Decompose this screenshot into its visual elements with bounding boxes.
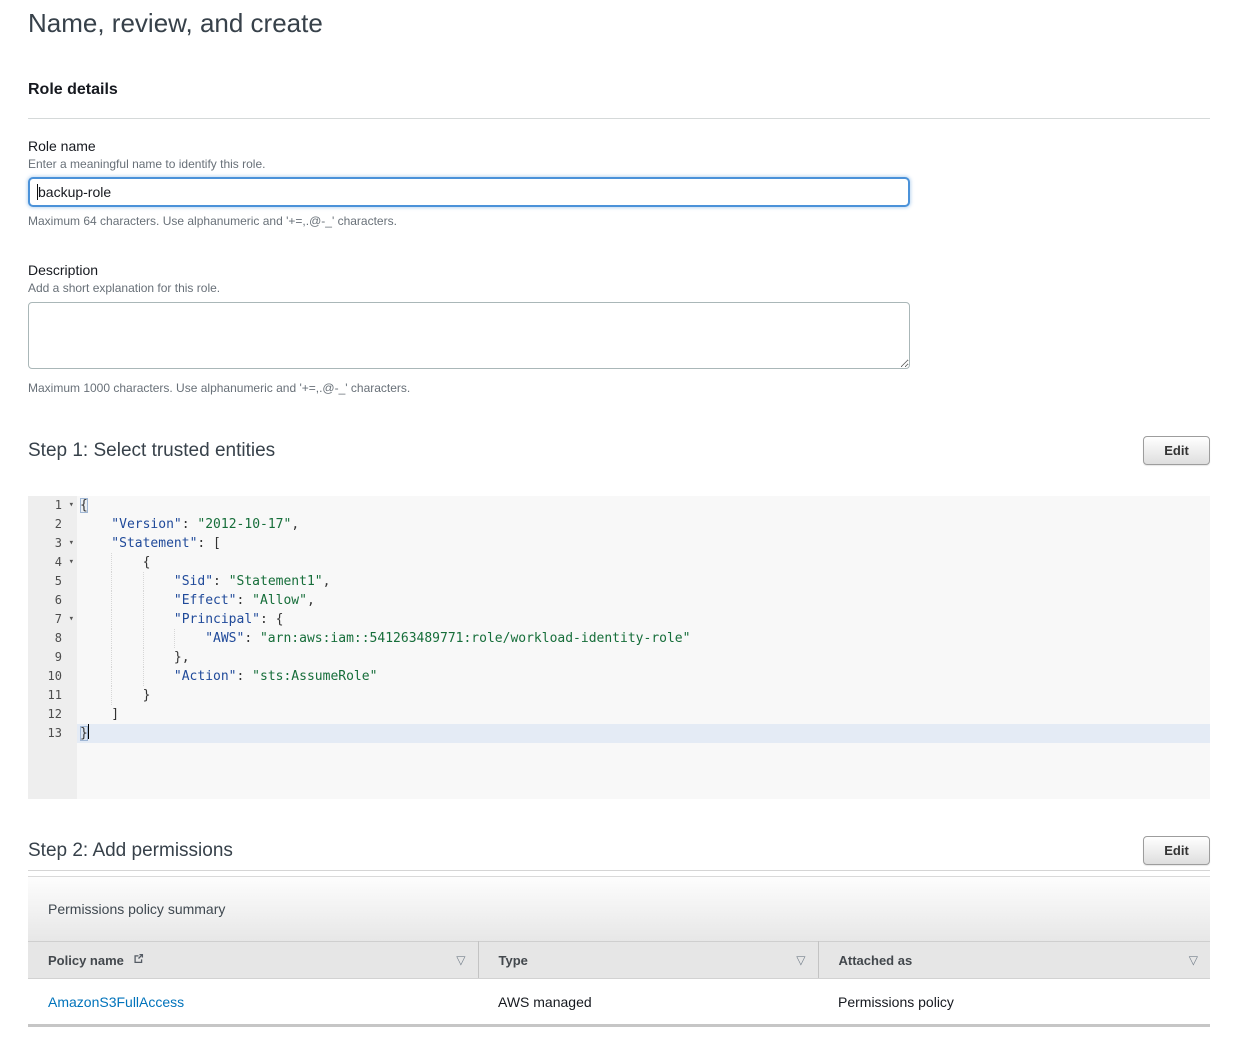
- step1-heading: Step 1: Select trusted entities: [28, 439, 275, 463]
- external-link-icon: [132, 952, 145, 968]
- editor-line[interactable]: 12]: [28, 705, 1210, 724]
- line-number[interactable]: 3▾: [28, 534, 77, 553]
- trust-policy-editor[interactable]: 1▾{2"Version": "2012-10-17",3▾"Statement…: [28, 496, 1210, 799]
- sort-triangle-icon[interactable]: ▽: [796, 953, 805, 967]
- fold-arrow-icon[interactable]: ▾: [69, 496, 74, 515]
- sort-triangle-icon[interactable]: ▽: [1189, 953, 1198, 967]
- code-line-content[interactable]: },: [77, 648, 1210, 667]
- code-line-content[interactable]: }: [77, 724, 1210, 743]
- attached-as-cell: Permissions policy: [818, 979, 1210, 1026]
- role-details-divider: [28, 118, 1210, 119]
- editor-empty-area[interactable]: [28, 743, 1210, 799]
- editor-line[interactable]: 1▾{: [28, 496, 1210, 515]
- column-header-type[interactable]: Type ▽: [478, 942, 818, 979]
- line-number[interactable]: 7▾: [28, 610, 77, 629]
- editor-line[interactable]: 4▾{: [28, 553, 1210, 572]
- policy-name-link[interactable]: AmazonS3FullAccess: [48, 994, 184, 1010]
- description-label: Description: [28, 262, 1210, 278]
- step2-heading: Step 2: Add permissions: [28, 839, 233, 863]
- role-details-heading: Role details: [28, 81, 1210, 99]
- step1-header-row: Step 1: Select trusted entities Edit: [28, 436, 1210, 465]
- column-header-attached-as[interactable]: Attached as ▽: [818, 942, 1210, 979]
- code-line-content[interactable]: {: [77, 496, 1210, 515]
- line-number[interactable]: 1▾: [28, 496, 77, 515]
- role-name-input[interactable]: [28, 177, 910, 207]
- line-number[interactable]: 11: [28, 686, 77, 705]
- code-line-content[interactable]: }: [77, 686, 1210, 705]
- step2-divider: [28, 870, 1210, 871]
- table-row: AmazonS3FullAccess AWS managedPermissions…: [28, 979, 1210, 1026]
- role-name-field-wrap: [28, 177, 910, 207]
- description-textarea[interactable]: [28, 302, 910, 369]
- column-header-policy-name[interactable]: Policy name ▽: [28, 942, 478, 979]
- fold-arrow-icon[interactable]: ▾: [69, 553, 74, 572]
- page-title: Name, review, and create: [28, 8, 1210, 38]
- step2-header-row: Step 2: Add permissions Edit: [28, 836, 1210, 865]
- policy-name-column-label: Policy name: [48, 953, 124, 968]
- attached-as-column-label: Attached as: [839, 953, 913, 968]
- editor-line[interactable]: 6"Effect": "Allow",: [28, 591, 1210, 610]
- editor-line[interactable]: 8"AWS": "arn:aws:iam::541263489771:role/…: [28, 629, 1210, 648]
- line-number[interactable]: 4▾: [28, 553, 77, 572]
- editor-line[interactable]: 10"Action": "sts:AssumeRole": [28, 667, 1210, 686]
- role-name-constraint: Maximum 64 characters. Use alphanumeric …: [28, 214, 1210, 228]
- code-line-content[interactable]: "AWS": "arn:aws:iam::541263489771:role/w…: [77, 629, 1210, 648]
- editor-line[interactable]: 3▾"Statement": [: [28, 534, 1210, 553]
- role-name-help: Enter a meaningful name to identify this…: [28, 157, 1210, 171]
- permissions-summary-panel: Permissions policy summary Policy name: [28, 876, 1210, 1027]
- line-number[interactable]: 9: [28, 648, 77, 667]
- editor-line[interactable]: 11}: [28, 686, 1210, 705]
- editor-line[interactable]: 13}: [28, 724, 1210, 743]
- description-constraint: Maximum 1000 characters. Use alphanumeri…: [28, 381, 1210, 395]
- step1-edit-button[interactable]: Edit: [1143, 436, 1210, 465]
- code-line-content[interactable]: "Statement": [: [77, 534, 1210, 553]
- sort-triangle-icon[interactable]: ▽: [456, 953, 465, 967]
- create-role-review-page: Name, review, and create Role details Ro…: [0, 0, 1242, 1027]
- text-caret: [37, 184, 38, 200]
- code-line-content[interactable]: "Effect": "Allow",: [77, 591, 1210, 610]
- editor-line[interactable]: 5"Sid": "Statement1",: [28, 572, 1210, 591]
- line-number[interactable]: 2: [28, 515, 77, 534]
- code-line-content[interactable]: {: [77, 553, 1210, 572]
- policy-table-body: AmazonS3FullAccess AWS managedPermissions…: [28, 979, 1210, 1026]
- line-number[interactable]: 8: [28, 629, 77, 648]
- type-column-label: Type: [499, 953, 528, 968]
- code-line-content[interactable]: ]: [77, 705, 1210, 724]
- description-help: Add a short explanation for this role.: [28, 281, 1210, 295]
- fold-arrow-icon[interactable]: ▾: [69, 534, 74, 553]
- line-number[interactable]: 13: [28, 724, 77, 743]
- code-line-content[interactable]: "Version": "2012-10-17",: [77, 515, 1210, 534]
- line-number[interactable]: 10: [28, 667, 77, 686]
- code-line-content[interactable]: "Sid": "Statement1",: [77, 572, 1210, 591]
- permissions-summary-title: Permissions policy summary: [28, 876, 1210, 941]
- editor-line[interactable]: 2"Version": "2012-10-17",: [28, 515, 1210, 534]
- code-line-content[interactable]: "Principal": {: [77, 610, 1210, 629]
- fold-arrow-icon[interactable]: ▾: [69, 610, 74, 629]
- policy-table: Policy name ▽: [28, 941, 1210, 1027]
- line-number[interactable]: 5: [28, 572, 77, 591]
- code-line-content[interactable]: "Action": "sts:AssumeRole": [77, 667, 1210, 686]
- role-name-label: Role name: [28, 138, 1210, 154]
- editor-caret: [88, 724, 89, 739]
- line-number[interactable]: 6: [28, 591, 77, 610]
- line-number[interactable]: 12: [28, 705, 77, 724]
- policy-type-cell: AWS managed: [478, 979, 818, 1026]
- editor-line[interactable]: 7▾"Principal": {: [28, 610, 1210, 629]
- policy-table-header-row: Policy name ▽: [28, 942, 1210, 979]
- editor-line[interactable]: 9},: [28, 648, 1210, 667]
- step2-edit-button[interactable]: Edit: [1143, 836, 1210, 865]
